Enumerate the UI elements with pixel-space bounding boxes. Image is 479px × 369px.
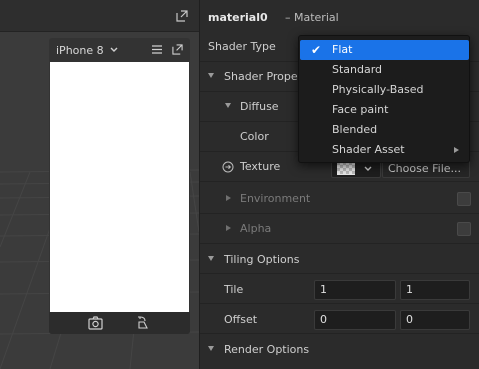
environment-label: Environment	[240, 192, 311, 205]
tiling-options-label: Tiling Options	[224, 253, 300, 266]
menu-item-label: Blended	[332, 123, 378, 136]
tile-x-input[interactable]: 1	[314, 280, 396, 300]
environment-section[interactable]: Environment	[200, 184, 479, 214]
menu-item-shader-asset[interactable]: Shader Asset	[300, 140, 469, 160]
alpha-section[interactable]: Alpha	[200, 214, 479, 244]
menu-item-flat[interactable]: ✔ Flat	[300, 40, 469, 60]
rotate-icon[interactable]	[136, 316, 149, 330]
submenu-arrow-icon	[454, 147, 459, 153]
menu-item-face-paint[interactable]: Face paint	[300, 100, 469, 120]
menu-item-standard[interactable]: Standard	[300, 60, 469, 80]
menu-icon[interactable]	[152, 45, 162, 54]
collapse-arrow-icon[interactable]	[208, 346, 214, 351]
render-options-section[interactable]: Render Options	[200, 334, 479, 364]
device-toolbar: iPhone 8	[49, 38, 190, 62]
offset-x-input[interactable]: 0	[314, 310, 396, 330]
viewport-toolbar	[0, 0, 199, 32]
menu-item-physically-based[interactable]: Physically-Based	[300, 80, 469, 100]
shader-type-label: Shader Type	[208, 40, 276, 53]
material-type: – Material	[285, 11, 339, 24]
tiling-options-section[interactable]: Tiling Options	[200, 244, 479, 274]
diffuse-label: Diffuse	[240, 100, 279, 113]
menu-item-label: Standard	[332, 63, 383, 76]
texture-label: Texture	[240, 160, 281, 173]
choose-file-label: Choose File...	[388, 162, 462, 175]
tile-row: Tile 1 1	[200, 274, 479, 304]
menu-item-label: Flat	[332, 43, 353, 56]
checkmark-icon: ✔	[311, 43, 322, 57]
expand-arrow-icon[interactable]	[226, 225, 231, 231]
offset-label: Offset	[224, 313, 258, 326]
collapse-arrow-icon[interactable]	[208, 73, 214, 78]
alpha-checkbox[interactable]	[457, 222, 471, 236]
device-selector[interactable]: iPhone 8	[56, 44, 104, 57]
checker-thumbnail	[337, 162, 355, 175]
device-preview: iPhone 8	[49, 38, 190, 334]
device-bottom-bar	[49, 312, 190, 334]
alpha-label: Alpha	[240, 222, 272, 235]
menu-item-blended[interactable]: Blended	[300, 120, 469, 140]
chevron-down-icon[interactable]	[110, 47, 118, 53]
expand-icon[interactable]	[176, 10, 188, 22]
inspector-header: material0 – Material	[200, 0, 479, 32]
offset-y-input[interactable]: 0	[400, 310, 470, 330]
shader-type-dropdown[interactable]: ✔ Flat Standard Physically-Based Face pa…	[298, 35, 470, 163]
expand-arrow-icon[interactable]	[226, 195, 231, 201]
menu-item-label: Shader Asset	[332, 143, 405, 156]
chevron-down-icon[interactable]	[364, 166, 372, 172]
shader-properties-label: Shader Properti	[224, 70, 310, 83]
material-name: material0	[208, 11, 268, 24]
popout-icon[interactable]	[172, 44, 183, 55]
menu-item-label: Physically-Based	[332, 83, 424, 96]
viewport-panel[interactable]: iPhone 8	[0, 0, 199, 369]
collapse-arrow-icon[interactable]	[225, 103, 231, 108]
render-options-label: Render Options	[224, 343, 310, 356]
tile-y-input[interactable]: 1	[400, 280, 470, 300]
collapse-arrow-icon[interactable]	[208, 256, 214, 261]
texture-link-icon[interactable]	[222, 161, 234, 173]
menu-item-label: Face paint	[332, 103, 389, 116]
tile-label: Tile	[224, 283, 244, 296]
environment-checkbox[interactable]	[457, 192, 471, 206]
screenshot-icon[interactable]	[88, 316, 103, 330]
offset-row: Offset 0 0	[200, 304, 479, 334]
device-screen	[50, 62, 189, 312]
color-label: Color	[240, 130, 269, 143]
